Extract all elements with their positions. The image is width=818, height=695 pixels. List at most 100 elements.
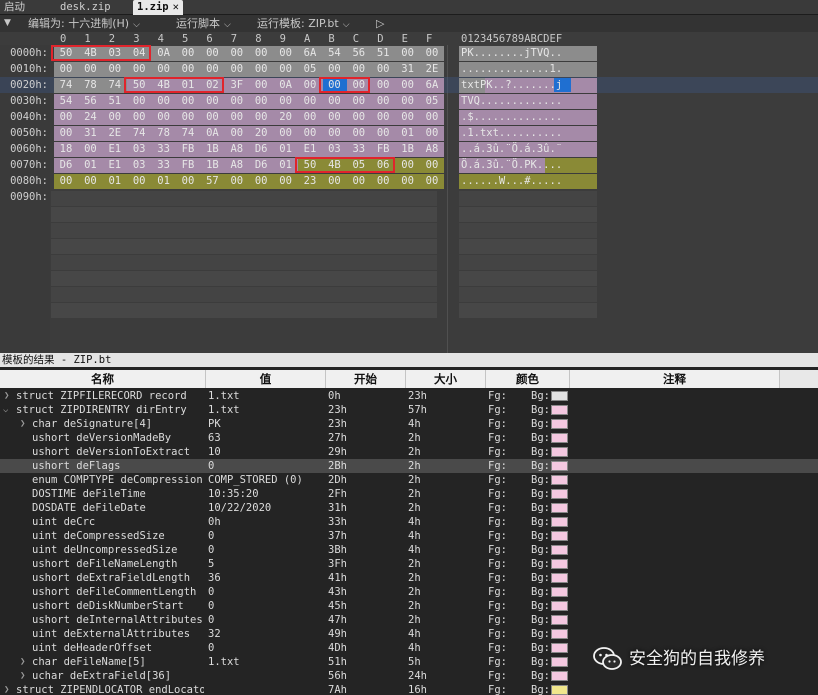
hex-byte[interactable]: 1B: [397, 141, 419, 157]
result-row[interactable]: ushort deExtraFieldLength 36 41h 2h Fg: Bg:: [0, 571, 818, 585]
hex-byte[interactable]: 00: [128, 173, 150, 189]
hex-byte[interactable]: 00: [348, 61, 370, 77]
result-row[interactable]: ushort deInternalAttributes 0 47h 2h Fg: Bg:: [0, 613, 818, 627]
hex-editor[interactable]: 0123456789ABCDEF 0123456789ABCDEF 0000h:…: [0, 32, 818, 353]
hex-byte[interactable]: 74: [55, 77, 77, 93]
hex-byte[interactable]: 18: [55, 141, 77, 157]
tab-1-zip[interactable]: 1.zip ✕: [133, 0, 183, 15]
hex-byte[interactable]: 56: [79, 93, 101, 109]
bg-color-swatch[interactable]: [551, 447, 568, 457]
result-row[interactable]: ❯ char deSignature[4] PK 23h 4h Fg: Bg:: [0, 417, 818, 431]
hex-byte[interactable]: A8: [421, 141, 443, 157]
header-color[interactable]: 颜色: [486, 370, 570, 388]
bg-color-swatch[interactable]: [551, 517, 568, 527]
bg-color-swatch[interactable]: [551, 629, 568, 639]
hex-byte[interactable]: 3F: [226, 77, 248, 93]
hex-byte[interactable]: 33: [348, 141, 370, 157]
hex-byte[interactable]: 00: [275, 61, 297, 77]
hex-byte[interactable]: 74: [104, 77, 126, 93]
hex-byte[interactable]: 01: [397, 125, 419, 141]
hex-byte[interactable]: 6A: [299, 45, 321, 61]
hex-byte[interactable]: 00: [153, 109, 175, 125]
hex-byte[interactable]: 00: [348, 109, 370, 125]
hex-byte[interactable]: 00: [177, 109, 199, 125]
chevron-down-icon[interactable]: ⌵: [3, 403, 8, 417]
hex-byte[interactable]: 00: [299, 125, 321, 141]
hex-byte[interactable]: 00: [421, 157, 443, 173]
hex-byte[interactable]: FB: [177, 141, 199, 157]
hex-byte[interactable]: 00: [421, 125, 443, 141]
result-row[interactable]: DOSDATE deFileDate 10/22/2020 31h 2h Fg: Bg:: [0, 501, 818, 515]
hex-byte[interactable]: 31: [397, 61, 419, 77]
tab-desk-zip[interactable]: desk.zip: [56, 0, 115, 15]
hex-byte[interactable]: 00: [104, 61, 126, 77]
hex-byte[interactable]: 00: [55, 125, 77, 141]
hex-byte[interactable]: E1: [299, 141, 321, 157]
result-row[interactable]: ushort deVersionMadeBy 63 27h 2h Fg: Bg:: [0, 431, 818, 445]
hex-byte[interactable]: 78: [153, 125, 175, 141]
hex-byte[interactable]: A8: [226, 141, 248, 157]
ascii-row[interactable]: txtPK..?.......j: [461, 77, 562, 93]
hex-byte[interactable]: 00: [397, 173, 419, 189]
chevron-right-icon[interactable]: ❯: [4, 683, 9, 695]
hex-byte[interactable]: 00: [421, 109, 443, 125]
chevron-right-icon[interactable]: ❯: [20, 655, 25, 669]
hex-byte[interactable]: 0A: [153, 45, 175, 61]
close-icon[interactable]: ✕: [173, 1, 179, 13]
hex-byte[interactable]: 00: [323, 93, 345, 109]
hex-byte[interactable]: 00: [372, 125, 394, 141]
hex-byte[interactable]: 00: [250, 61, 272, 77]
hex-byte[interactable]: 00: [299, 109, 321, 125]
hex-byte[interactable]: 00: [226, 45, 248, 61]
bg-color-swatch[interactable]: [551, 419, 568, 429]
result-row[interactable]: ushort deFlags 0 2Bh 2h Fg: Bg:: [0, 459, 818, 473]
bg-color-swatch[interactable]: [551, 587, 568, 597]
hex-byte[interactable]: 01: [79, 157, 101, 173]
bg-color-swatch[interactable]: [551, 489, 568, 499]
hex-byte[interactable]: 05: [299, 61, 321, 77]
hex-byte[interactable]: 20: [250, 125, 272, 141]
bg-color-swatch[interactable]: [551, 531, 568, 541]
hex-byte[interactable]: 00: [275, 173, 297, 189]
hex-byte[interactable]: 00: [55, 173, 77, 189]
ascii-row[interactable]: PK........jTVQ..: [461, 45, 562, 61]
hex-byte[interactable]: 2E: [421, 61, 443, 77]
hex-byte[interactable]: 1B: [201, 141, 223, 157]
result-row[interactable]: uint deCrc 0h 33h 4h Fg: Bg:: [0, 515, 818, 529]
hex-byte[interactable]: 56: [348, 45, 370, 61]
result-row[interactable]: uint deUncompressedSize 0 3Bh 4h Fg: Bg:: [0, 543, 818, 557]
hex-byte[interactable]: 01: [275, 157, 297, 173]
chevron-right-icon[interactable]: ❯: [20, 669, 25, 683]
hex-byte[interactable]: 6A: [421, 77, 443, 93]
hex-byte[interactable]: 0A: [201, 125, 223, 141]
hex-byte[interactable]: 00: [323, 125, 345, 141]
hex-byte[interactable]: 00: [372, 93, 394, 109]
hex-byte[interactable]: 01: [153, 173, 175, 189]
ascii-row[interactable]: Ö.á.3û.¨Ö.PK....: [461, 157, 562, 173]
result-row[interactable]: ushort deDiskNumberStart 0 45h 2h Fg: Bg:: [0, 599, 818, 613]
hex-byte[interactable]: 00: [348, 93, 370, 109]
hex-byte[interactable]: 51: [372, 45, 394, 61]
hex-byte[interactable]: 00: [372, 61, 394, 77]
hex-byte[interactable]: 00: [226, 93, 248, 109]
chevron-right-icon[interactable]: ❯: [20, 417, 25, 431]
hex-byte[interactable]: 03: [323, 141, 345, 157]
hex-byte[interactable]: 00: [201, 109, 223, 125]
ascii-row[interactable]: .1.txt..........: [461, 125, 562, 141]
hex-byte[interactable]: 00: [226, 109, 248, 125]
header-size[interactable]: 大小: [406, 370, 486, 388]
hex-byte[interactable]: 00: [153, 61, 175, 77]
hex-byte[interactable]: 00: [397, 93, 419, 109]
hex-byte[interactable]: 00: [348, 173, 370, 189]
hex-byte[interactable]: 00: [299, 93, 321, 109]
bg-color-swatch[interactable]: [551, 475, 568, 485]
hex-byte[interactable]: 01: [275, 141, 297, 157]
ascii-row[interactable]: ..á.3û.¨Ö.á.3û.¨: [461, 141, 562, 157]
hex-byte[interactable]: 31: [79, 125, 101, 141]
hex-byte[interactable]: 00: [250, 93, 272, 109]
hex-byte[interactable]: 00: [250, 109, 272, 125]
result-row[interactable]: ❯ struct ZIPFILERECORD record 1.txt 0h 23h Fg…: [0, 389, 818, 403]
bg-color-swatch[interactable]: [551, 391, 568, 401]
hex-byte[interactable]: 00: [79, 173, 101, 189]
bg-color-swatch[interactable]: [551, 545, 568, 555]
